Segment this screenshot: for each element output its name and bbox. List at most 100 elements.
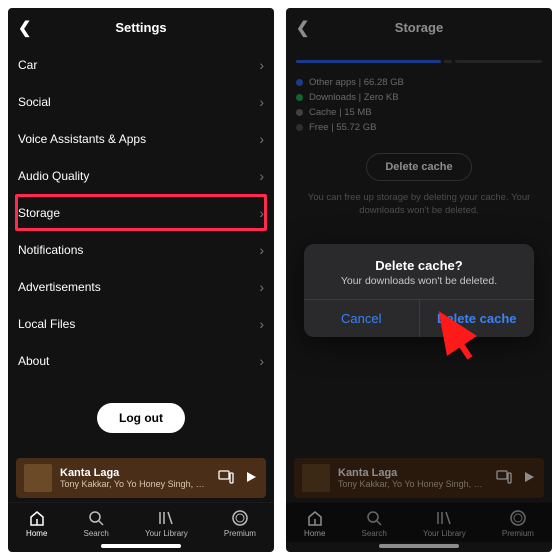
chevron-right-icon: › <box>259 242 264 258</box>
dialog-subtitle: Your downloads won't be deleted. <box>304 275 534 299</box>
back-icon[interactable]: ❮ <box>18 18 31 38</box>
storage-hint: You can free up storage by deleting your… <box>286 191 552 218</box>
now-playing-bar[interactable]: Kanta Laga Tony Kakkar, Yo Yo Honey Sing… <box>16 458 266 498</box>
row-label: Storage <box>18 206 60 220</box>
tab-search[interactable]: Search <box>84 509 109 538</box>
row-label: Audio Quality <box>18 169 89 183</box>
legend-row: Other apps | 66.28 GB <box>296 77 542 88</box>
tab-your-library[interactable]: Your Library <box>145 509 188 538</box>
legend-dot <box>296 124 303 131</box>
search-icon <box>365 509 383 527</box>
tab-home[interactable]: Home <box>304 509 325 538</box>
chevron-right-icon: › <box>259 316 264 332</box>
row-label: Car <box>18 58 37 72</box>
your-library-icon <box>435 509 453 527</box>
now-playing-bar[interactable]: Kanta Laga Tony Kakkar, Yo Yo Honey Sing… <box>294 458 544 498</box>
tab-premium[interactable]: Premium <box>224 509 256 538</box>
settings-row-advertisements[interactable]: Advertisements › <box>18 268 264 305</box>
row-label: Local Files <box>18 317 75 331</box>
legend-text: Free | 55.72 GB <box>309 122 376 133</box>
home-indicator <box>101 544 181 548</box>
tab-label: Home <box>26 529 47 538</box>
legend-dot <box>296 94 303 101</box>
play-icon[interactable] <box>522 470 536 487</box>
cancel-button[interactable]: Cancel <box>304 300 419 337</box>
legend-dot <box>296 79 303 86</box>
home-indicator <box>379 544 459 548</box>
header: ❮ Storage <box>286 8 552 46</box>
devices-icon[interactable] <box>496 470 512 487</box>
settings-list: Car›Social›Voice Assistants & Apps›Audio… <box>8 46 274 379</box>
np-subtitle: Tony Kakkar, Yo Yo Honey Singh, Neha Ka <box>338 479 488 489</box>
confirm-delete-button[interactable]: Delete cache <box>419 300 535 337</box>
chevron-right-icon: › <box>259 279 264 295</box>
tab-label: Search <box>362 529 387 538</box>
storage-segment <box>444 60 451 63</box>
tab-label: Your Library <box>145 529 188 538</box>
legend-row: Downloads | Zero KB <box>296 92 542 103</box>
album-art <box>24 464 52 492</box>
delete-cache-button[interactable]: Delete cache <box>366 153 471 181</box>
chevron-right-icon: › <box>259 353 264 369</box>
settings-row-social[interactable]: Social › <box>18 83 264 120</box>
page-title: Storage <box>395 20 443 35</box>
home-icon <box>28 509 46 527</box>
storage-bar <box>286 46 552 73</box>
row-label: About <box>18 354 49 368</box>
page-title: Settings <box>115 20 166 35</box>
search-icon <box>87 509 105 527</box>
back-icon[interactable]: ❮ <box>296 18 309 38</box>
settings-row-storage[interactable]: Storage › <box>15 194 267 231</box>
tab-your-library[interactable]: Your Library <box>423 509 466 538</box>
storage-legend: Other apps | 66.28 GB Downloads | Zero KB… <box>286 77 552 147</box>
row-label: Voice Assistants & Apps <box>18 132 146 146</box>
dialog-title: Delete cache? <box>304 244 534 275</box>
legend-row: Cache | 15 MB <box>296 107 542 118</box>
settings-row-car[interactable]: Car › <box>18 46 264 83</box>
settings-row-notifications[interactable]: Notifications › <box>18 231 264 268</box>
tab-bar: Home Search Your Library Premium <box>8 502 274 542</box>
your-library-icon <box>157 509 175 527</box>
legend-text: Other apps | 66.28 GB <box>309 77 404 88</box>
tab-premium[interactable]: Premium <box>502 509 534 538</box>
settings-row-about[interactable]: About › <box>18 342 264 379</box>
chevron-right-icon: › <box>259 94 264 110</box>
tab-label: Your Library <box>423 529 466 538</box>
settings-row-local-files[interactable]: Local Files › <box>18 305 264 342</box>
np-subtitle: Tony Kakkar, Yo Yo Honey Singh, Neha Ka <box>60 479 210 489</box>
premium-icon <box>509 509 527 527</box>
tab-search[interactable]: Search <box>362 509 387 538</box>
storage-segment <box>296 60 441 63</box>
phone-settings: ❮ Settings Car › Social › Voice Assistants &… <box>8 8 274 552</box>
np-title: Kanta Laga <box>338 467 488 479</box>
home-icon <box>306 509 324 527</box>
chevron-right-icon: › <box>259 205 264 221</box>
legend-text: Cache | 15 MB <box>309 107 372 118</box>
legend-row: Free | 55.72 GB <box>296 122 542 133</box>
chevron-right-icon: › <box>259 57 264 73</box>
devices-icon[interactable] <box>218 470 234 487</box>
row-label: Social <box>18 95 51 109</box>
phone-storage: ❮ Storage Other apps | 66.28 GB Downloads… <box>286 8 552 552</box>
play-icon[interactable] <box>244 470 258 487</box>
album-art <box>302 464 330 492</box>
header: ❮ Settings <box>8 8 274 46</box>
tab-label: Home <box>304 529 325 538</box>
row-label: Notifications <box>18 243 83 257</box>
legend-dot <box>296 109 303 116</box>
logout-button[interactable]: Log out <box>97 403 185 433</box>
row-label: Advertisements <box>18 280 101 294</box>
delete-cache-dialog: Delete cache? Your downloads won't be de… <box>304 244 534 337</box>
settings-row-audio-quality[interactable]: Audio Quality › <box>18 157 264 194</box>
tab-bar: Home Search Your Library Premium <box>286 502 552 542</box>
tab-label: Search <box>84 529 109 538</box>
settings-row-voice-assistants-apps[interactable]: Voice Assistants & Apps› <box>18 120 264 157</box>
chevron-right-icon: › <box>259 168 264 184</box>
storage-segment <box>455 60 542 63</box>
legend-text: Downloads | Zero KB <box>309 92 399 103</box>
np-title: Kanta Laga <box>60 467 210 479</box>
tab-label: Premium <box>224 529 256 538</box>
premium-icon <box>231 509 249 527</box>
tab-label: Premium <box>502 529 534 538</box>
tab-home[interactable]: Home <box>26 509 47 538</box>
